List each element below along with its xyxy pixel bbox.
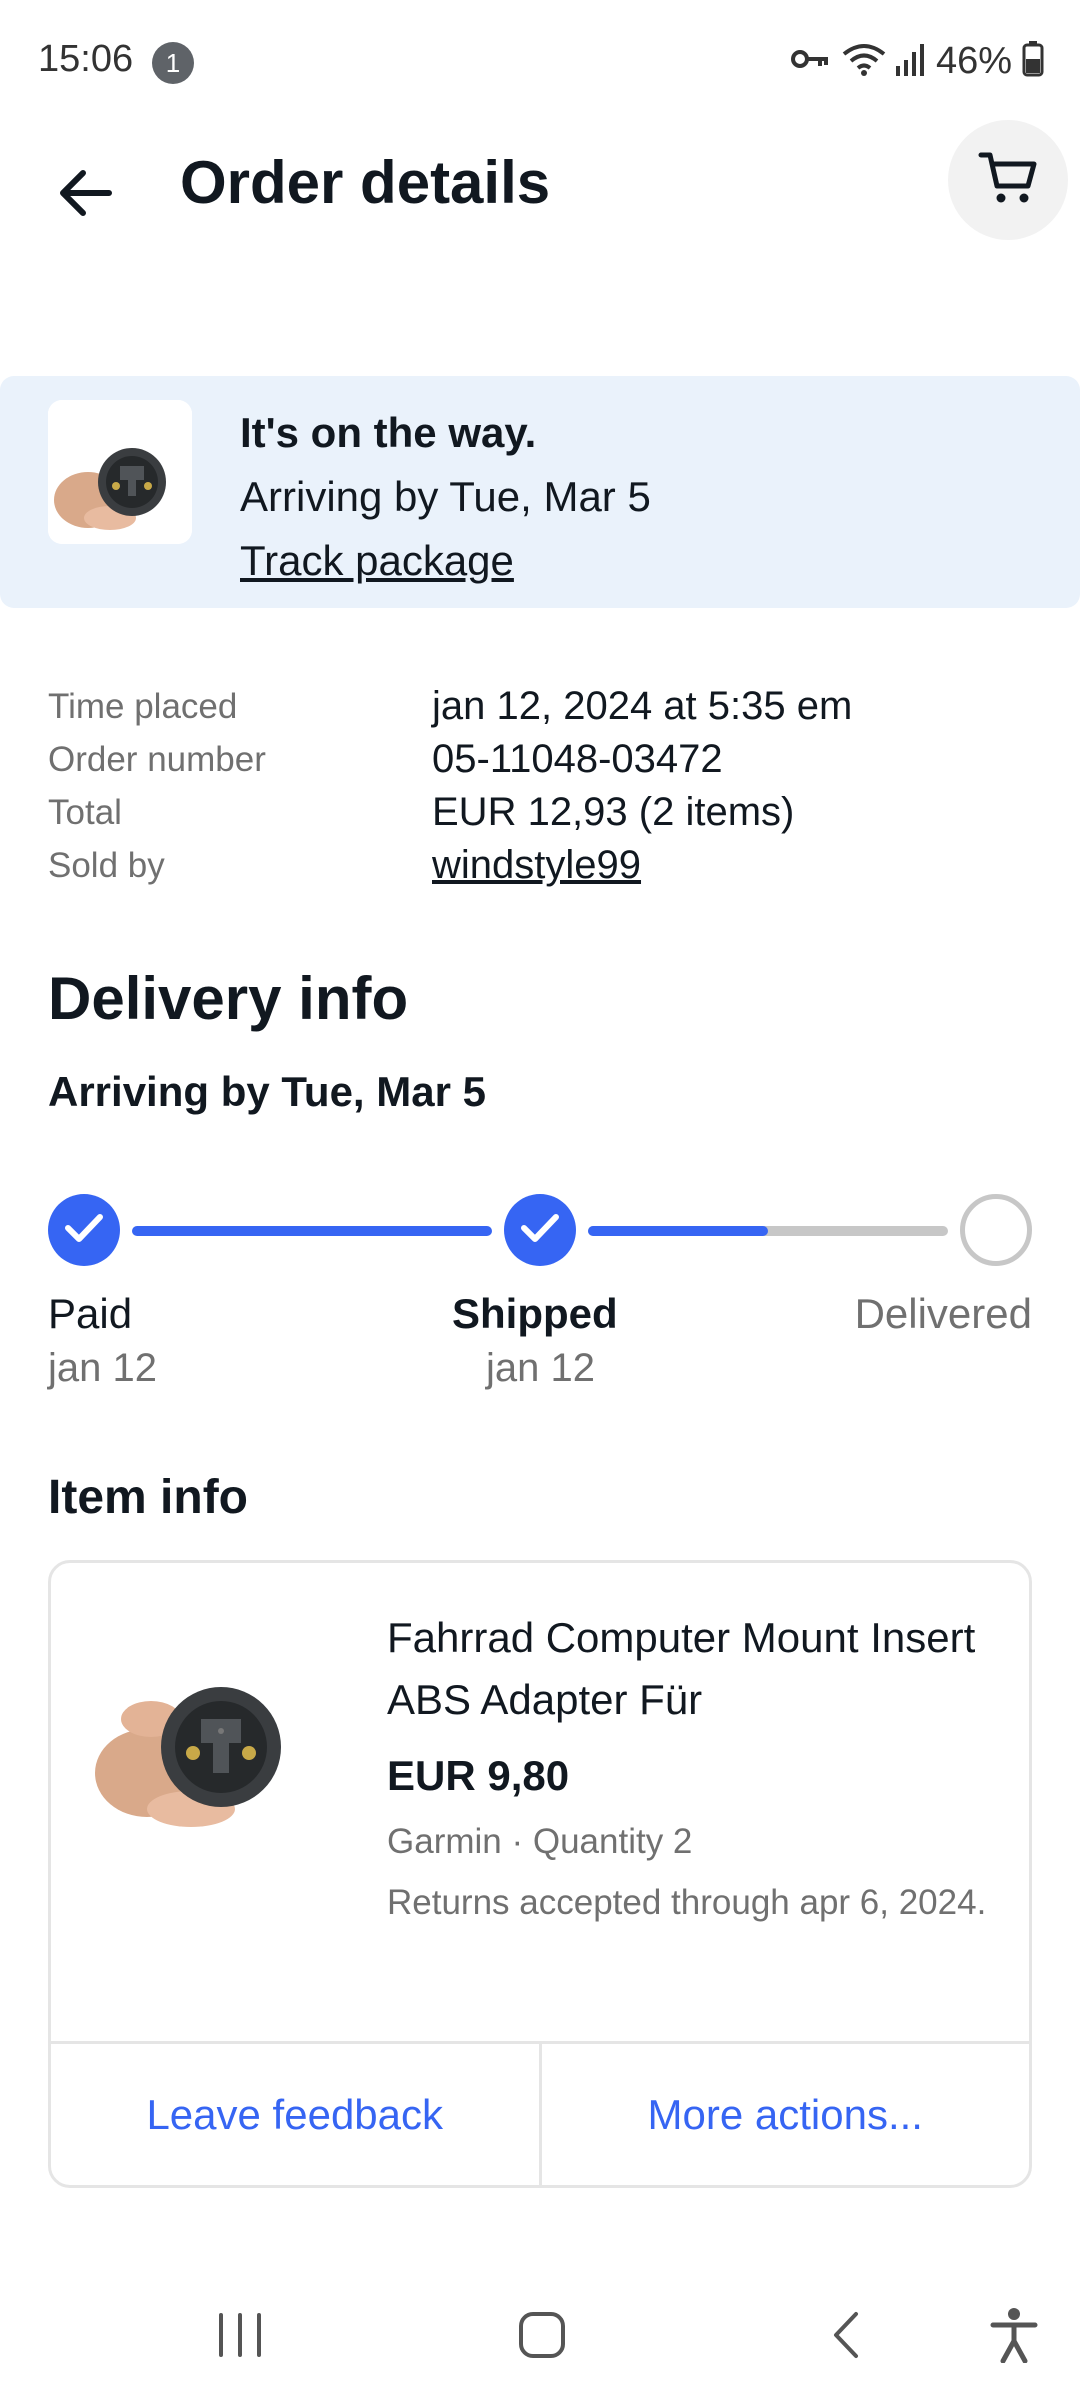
accessibility-icon[interactable] [974, 2300, 1054, 2370]
delivery-arrival-subtitle: Arriving by Tue, Mar 5 [48, 1068, 486, 1115]
summary-label: Total [48, 792, 122, 832]
status-time: 15:06 [38, 38, 134, 80]
item-price: EUR 9,80 [387, 1752, 570, 1799]
item-returns-policy: Returns accepted through apr 6, 2024. [387, 1883, 987, 1922]
summary-row-order-number: Order number 05-11048-03472 [48, 733, 1032, 786]
banner-text: It's on the way. Arriving by Tue, Mar 5 … [240, 402, 651, 592]
order-details-screen: 15:06 1 46% Order details It's on the wa… [0, 0, 1080, 2400]
item-meta: Garmin · Quantity 2 [387, 1822, 693, 1861]
check-icon [64, 1212, 104, 1249]
status-icons: 46% [790, 36, 1044, 86]
shipping-status: It's on the way. [240, 409, 537, 456]
summary-row-total: Total EUR 12,93 (2 items) [48, 786, 1032, 839]
home-icon[interactable] [502, 2300, 582, 2370]
item-info-heading: Item info [48, 1471, 248, 1524]
summary-row-time-placed: Time placed jan 12, 2024 at 5:35 em [48, 680, 1032, 733]
shipping-status-banner: It's on the way. Arriving by Tue, Mar 5 … [0, 376, 1080, 608]
step-date-paid: jan 12 [48, 1346, 157, 1390]
arrival-estimate: Arriving by Tue, Mar 5 [240, 473, 651, 520]
item-title-link[interactable]: Fahrrad Computer Mount Insert ABS Adapte… [387, 1607, 1007, 1731]
cart-button[interactable] [948, 120, 1068, 240]
summary-row-sold-by: Sold by windstyle99 [48, 839, 1032, 892]
progress-segment-fill [588, 1226, 768, 1236]
progress-segment-paid-shipped [132, 1226, 492, 1236]
battery-percentage: 46% [935, 39, 1012, 82]
summary-label: Order number [48, 739, 266, 779]
track-package-link[interactable]: Track package [240, 530, 514, 592]
item-image[interactable] [91, 1623, 311, 1843]
back-button[interactable] [40, 150, 130, 240]
step-label-shipped: Shipped [452, 1290, 618, 1337]
item-thumbnail [48, 400, 192, 544]
back-icon[interactable] [806, 2300, 886, 2370]
notification-count-badge: 1 [152, 42, 194, 84]
system-navigation-bar [0, 2270, 1080, 2400]
battery-icon [1022, 40, 1044, 82]
delivery-step-labels: Paid jan 12 Shipped jan 12 Delivered [48, 1290, 1032, 1400]
step-paid-check [48, 1194, 120, 1266]
seller-link[interactable]: windstyle99 [432, 843, 641, 888]
step-delivered-circle [960, 1194, 1032, 1266]
step-label-paid: Paid [48, 1290, 133, 1337]
cart-icon [978, 150, 1038, 211]
step-shipped-check [504, 1194, 576, 1266]
step-label-delivered: Delivered [854, 1290, 1032, 1337]
item-actions: Leave feedback More actions... [51, 2041, 1029, 2185]
summary-value: jan 12, 2024 at 5:35 em [432, 684, 853, 728]
order-summary: Time placed jan 12, 2024 at 5:35 em Orde… [48, 680, 1032, 892]
app-header: Order details [0, 120, 1080, 250]
page-title: Order details [180, 149, 551, 216]
key-icon [790, 44, 832, 79]
arrow-left-icon [57, 169, 113, 222]
step-date-shipped: jan 12 [486, 1346, 595, 1390]
delivery-progress-tracker [48, 1190, 1032, 1270]
summary-value: 05-11048-03472 [432, 737, 723, 781]
summary-label: Time placed [48, 686, 238, 726]
leave-feedback-button[interactable]: Leave feedback [51, 2044, 539, 2185]
delivery-info-heading: Delivery info [48, 965, 409, 1032]
recent-apps-icon[interactable] [200, 2300, 280, 2370]
wifi-icon [842, 42, 886, 81]
more-actions-button[interactable]: More actions... [538, 2044, 1030, 2185]
check-icon [520, 1212, 560, 1249]
summary-label: Sold by [48, 845, 165, 885]
summary-value: EUR 12,93 (2 items) [432, 790, 795, 834]
status-bar: 15:06 1 46% [0, 0, 1080, 120]
item-card: Fahrrad Computer Mount Insert ABS Adapte… [48, 1560, 1032, 2188]
signal-icon [895, 42, 926, 81]
item-details: Fahrrad Computer Mount Insert ABS Adapte… [387, 1607, 1007, 1933]
